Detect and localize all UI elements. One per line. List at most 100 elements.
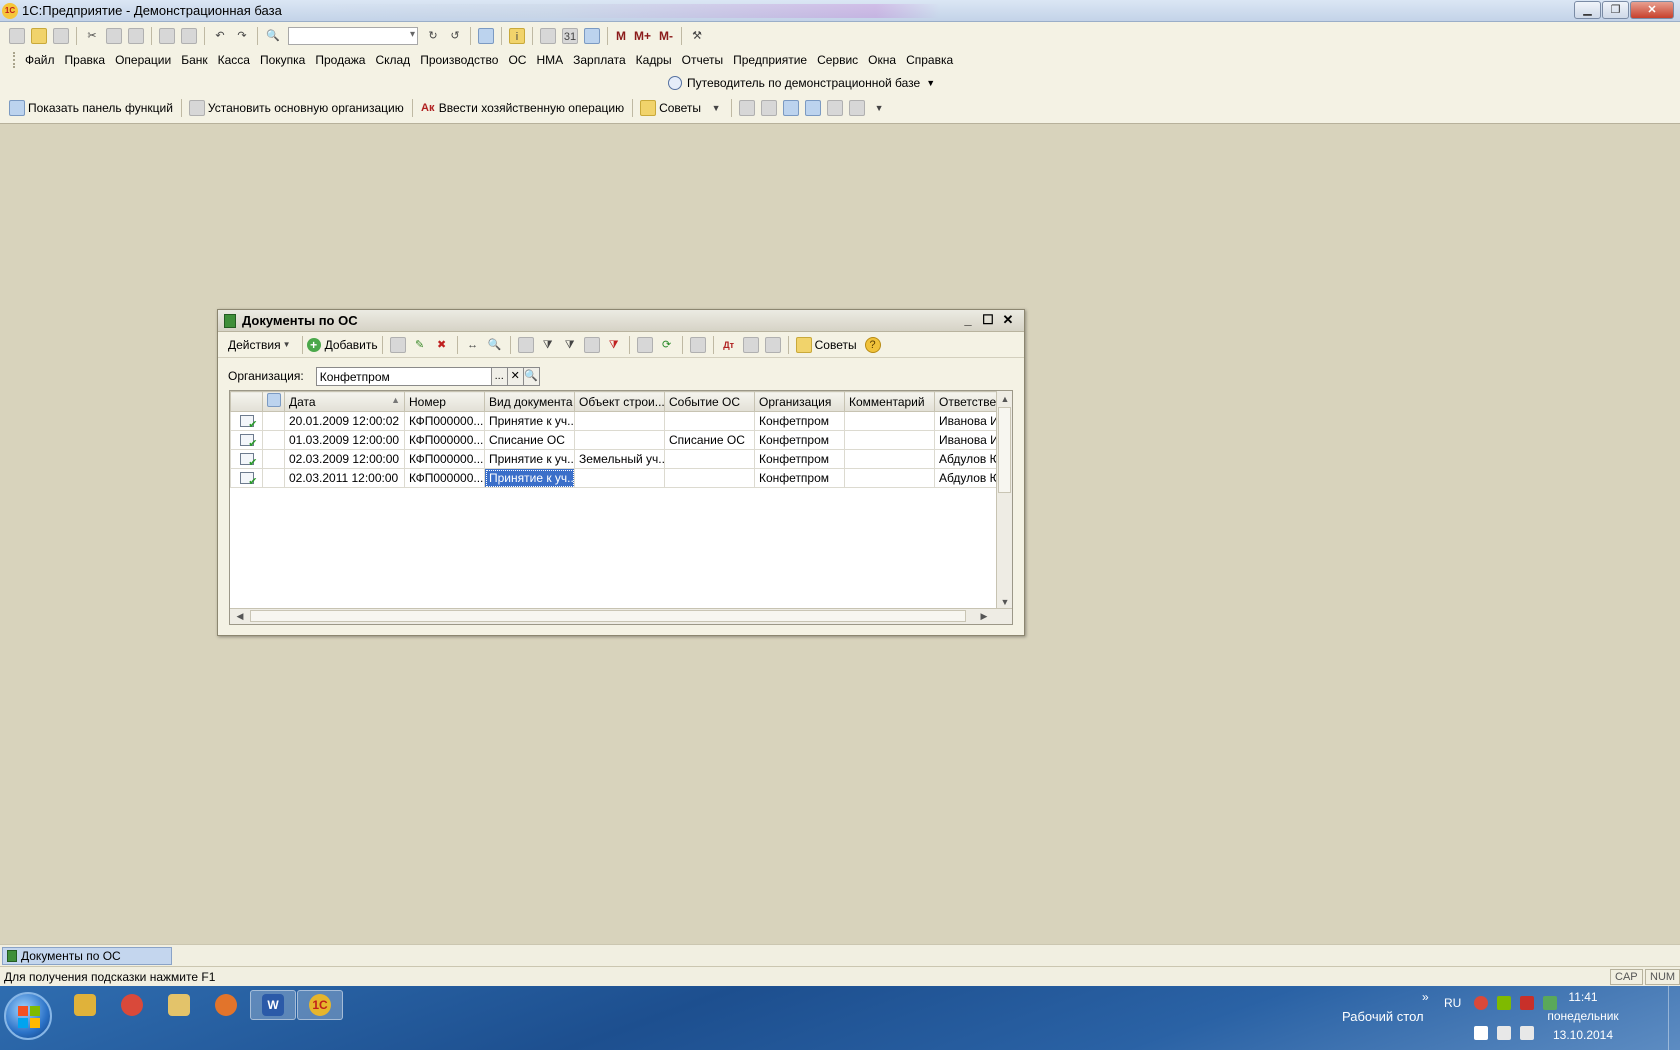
column-header-date[interactable]: Дата ▲ bbox=[284, 391, 405, 412]
windows-icon[interactable] bbox=[478, 28, 494, 44]
cell-comment[interactable] bbox=[844, 449, 935, 469]
menu-item-windows[interactable]: Окна bbox=[868, 53, 896, 67]
cell-object[interactable] bbox=[574, 411, 665, 431]
menu-item-cash[interactable]: Касса bbox=[218, 53, 250, 67]
column-header-posted[interactable] bbox=[262, 391, 285, 412]
cell-object[interactable] bbox=[574, 468, 665, 488]
cell-number[interactable]: КФП000000... bbox=[404, 449, 485, 469]
redo-icon[interactable]: ↷ bbox=[234, 28, 250, 44]
taskbar-app-chrome[interactable] bbox=[109, 990, 155, 1020]
list-settings-icon[interactable] bbox=[764, 336, 781, 353]
cell-date[interactable]: 02.03.2009 12:00:00 bbox=[284, 449, 405, 469]
cell-object[interactable] bbox=[574, 430, 665, 450]
cell-number[interactable]: КФП000000... bbox=[404, 468, 485, 488]
column-header-comment[interactable]: Комментарий bbox=[844, 391, 935, 412]
cell-responsible[interactable]: Иванова Ир bbox=[934, 411, 997, 431]
volume-tray-icon[interactable] bbox=[1520, 1026, 1534, 1040]
clear-organization-button[interactable]: ✕ bbox=[507, 366, 524, 386]
table-row[interactable]: 02.03.2011 12:00:00 КФП000000... Приняти… bbox=[230, 468, 997, 488]
menu-item-bank[interactable]: Банк bbox=[181, 53, 207, 67]
print-icon[interactable] bbox=[689, 336, 706, 353]
menu-item-sale[interactable]: Продажа bbox=[315, 53, 365, 67]
memory-plus-button[interactable]: M+ bbox=[634, 29, 651, 43]
copy-document-icon[interactable] bbox=[389, 336, 406, 353]
menu-item-reports[interactable]: Отчеты bbox=[682, 53, 723, 67]
restore-button[interactable]: ❐ bbox=[1602, 1, 1629, 19]
cell-comment[interactable] bbox=[844, 411, 935, 431]
copy-icon[interactable] bbox=[106, 28, 122, 44]
horizontal-scrollbar[interactable]: ◀ ▶ bbox=[230, 608, 1012, 624]
calculator-icon[interactable] bbox=[540, 28, 556, 44]
chevron-down-icon[interactable]: ▼ bbox=[279, 337, 295, 353]
cell-date[interactable]: 20.01.2009 12:00:02 bbox=[284, 411, 405, 431]
menu-item-intangibles[interactable]: НМА bbox=[536, 53, 563, 67]
network-tray-icon[interactable] bbox=[1497, 1026, 1511, 1040]
minimize-button[interactable]: ▁ bbox=[1574, 1, 1601, 19]
journal-icon[interactable] bbox=[739, 100, 756, 116]
cell-event[interactable] bbox=[664, 411, 755, 431]
column-header-kind[interactable]: Вид документа bbox=[484, 391, 575, 412]
menu-item-help[interactable]: Справка bbox=[906, 53, 953, 67]
refresh-icon[interactable]: ⟳ bbox=[659, 337, 675, 353]
table-row[interactable]: 01.03.2009 12:00:00 КФП000000... Списани… bbox=[230, 430, 997, 450]
cell-comment[interactable] bbox=[844, 468, 935, 488]
column-header-event[interactable]: Событие ОС bbox=[664, 391, 755, 412]
cell-event[interactable] bbox=[664, 468, 755, 488]
chevron-down-icon[interactable]: ▼ bbox=[871, 100, 887, 116]
1c-app-icon[interactable]: 1С bbox=[2, 3, 18, 19]
column-header-organization[interactable]: Организация bbox=[754, 391, 845, 412]
clock[interactable]: 11:41 понедельник 13.10.2014 bbox=[1538, 990, 1628, 1047]
menu-item-service[interactable]: Сервис bbox=[817, 53, 858, 67]
chevron-down-icon[interactable]: ▼ bbox=[926, 78, 935, 88]
table-row[interactable]: 02.03.2009 12:00:00 КФП000000... Приняти… bbox=[230, 449, 997, 469]
menu-item-salary[interactable]: Зарплата bbox=[573, 53, 626, 67]
paste-icon[interactable] bbox=[128, 28, 144, 44]
add-button[interactable]: + Добавить bbox=[306, 337, 378, 352]
print-preview-icon[interactable] bbox=[181, 28, 197, 44]
shield-tray-icon[interactable] bbox=[1520, 996, 1534, 1010]
taskbar-app-1c[interactable]: 1С bbox=[297, 990, 343, 1020]
organization-field[interactable]: Конфетпром bbox=[315, 366, 492, 386]
documents-table[interactable]: Дата ▲ Номер Вид документа Объект строи..… bbox=[229, 390, 1013, 625]
calendar-icon[interactable]: 31 bbox=[562, 28, 578, 44]
show-desktop-button[interactable] bbox=[1668, 986, 1680, 1050]
language-indicator[interactable]: RU bbox=[1444, 996, 1461, 1010]
taskbar-app-word[interactable]: W bbox=[250, 990, 296, 1020]
filter-history-icon[interactable] bbox=[583, 336, 600, 353]
cell-organization[interactable]: Конфетпром bbox=[754, 411, 845, 431]
tools-icon[interactable]: ⚒ bbox=[689, 28, 705, 44]
chevron-down-icon[interactable]: ▼ bbox=[708, 100, 724, 116]
cell-object[interactable]: Земельный уч... bbox=[574, 449, 665, 469]
tips-button[interactable]: Советы bbox=[815, 338, 857, 352]
cell-organization[interactable]: Конфетпром bbox=[754, 449, 845, 469]
cell-organization[interactable]: Конфетпром bbox=[754, 430, 845, 450]
tips-button[interactable]: Советы bbox=[659, 101, 701, 115]
based-on-icon[interactable] bbox=[636, 336, 653, 353]
taskbar-app-explorer[interactable] bbox=[156, 990, 202, 1020]
minimize-button[interactable]: _ bbox=[958, 312, 978, 328]
column-header-responsible[interactable]: Ответствен bbox=[934, 391, 997, 412]
start-button[interactable] bbox=[4, 992, 52, 1040]
select-organization-button[interactable]: ... bbox=[491, 366, 508, 386]
menu-item-production[interactable]: Производство bbox=[420, 53, 498, 67]
menu-item-purchase[interactable]: Покупка bbox=[260, 53, 305, 67]
maximize-button[interactable]: ☐ bbox=[978, 312, 998, 328]
postings-icon[interactable]: Дт bbox=[721, 337, 737, 353]
find-next-icon[interactable]: ↻ bbox=[425, 28, 441, 44]
search-combobox[interactable] bbox=[288, 27, 418, 45]
delete-icon[interactable]: ✖ bbox=[434, 337, 450, 353]
taskbar-app-archive[interactable] bbox=[62, 990, 108, 1020]
sort-icon[interactable] bbox=[517, 336, 534, 353]
toolbar-chevron-icon[interactable]: » bbox=[1422, 990, 1429, 1004]
new-document-icon[interactable] bbox=[9, 28, 25, 44]
save-icon[interactable] bbox=[53, 28, 69, 44]
horizontal-scroll-thumb[interactable] bbox=[250, 610, 966, 622]
documents-window-titlebar[interactable]: Документы по ОС _ ☐ ✕ bbox=[218, 310, 1024, 332]
print-icon[interactable] bbox=[159, 28, 175, 44]
contractors-icon[interactable] bbox=[783, 100, 800, 116]
column-header-icon[interactable] bbox=[230, 391, 263, 412]
filter-icon[interactable]: ⧩ bbox=[540, 337, 556, 353]
guide-link[interactable]: Путеводитель по демонстрационной базе ▼ bbox=[668, 72, 935, 94]
memory-minus-button[interactable]: M- bbox=[659, 29, 673, 43]
window-tab-documents[interactable]: Документы по ОС bbox=[2, 947, 172, 965]
